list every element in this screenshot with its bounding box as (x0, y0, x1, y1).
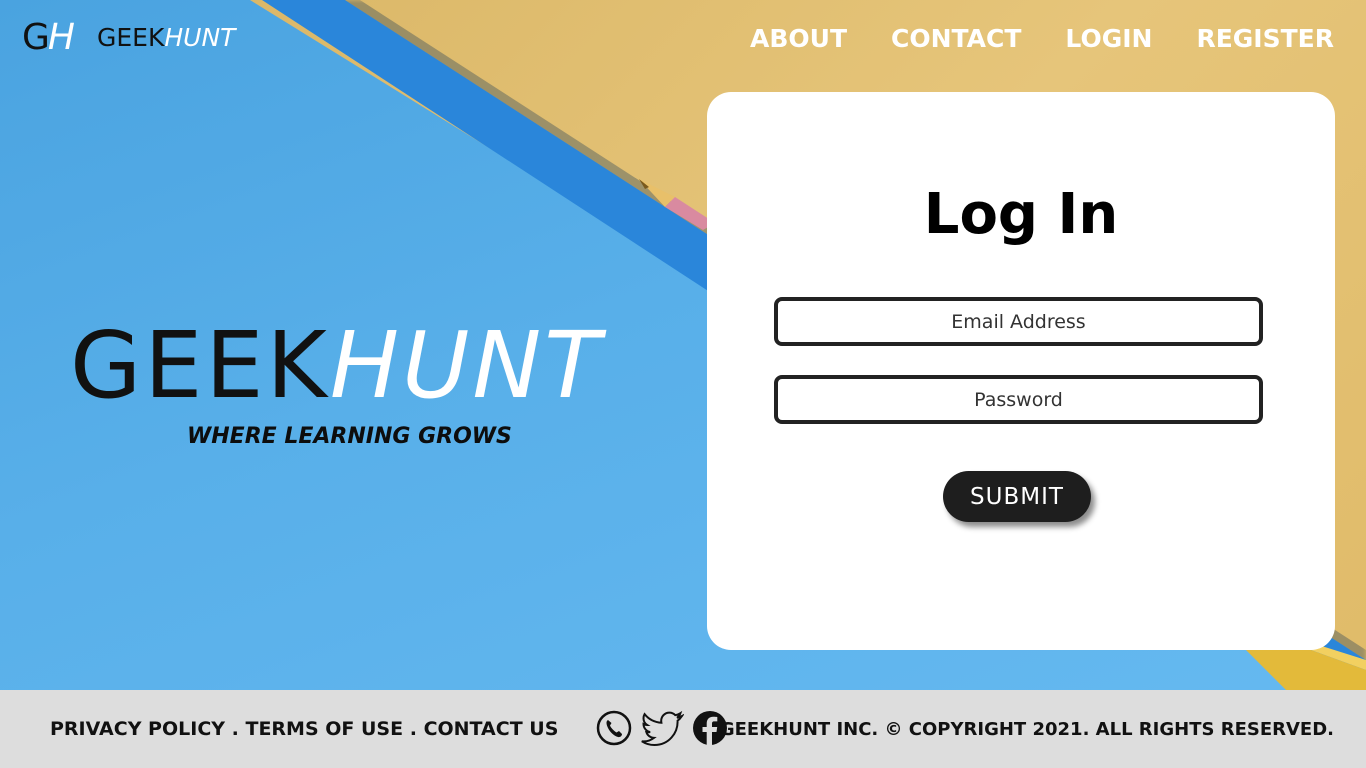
hero-brand: GEEKHUNT WHERE LEARNING GROWS (70, 312, 630, 450)
logo-monogram: GH (22, 17, 75, 58)
login-title: Log In (923, 182, 1119, 247)
privacy-policy-link[interactable]: PRIVACY POLICY (50, 718, 225, 740)
twitter-icon[interactable] (640, 710, 685, 750)
hero-tagline: WHERE LEARNING GROWS (187, 424, 512, 449)
terms-of-use-link[interactable]: TERMS OF USE (245, 718, 403, 740)
login-card: Log In SUBMIT (707, 92, 1335, 650)
copyright-text: GEEKHUNT INC. © COPYRIGHT 2021. ALL RIGH… (719, 719, 1334, 740)
nav-register-link[interactable]: REGISTER (1196, 22, 1334, 56)
nav-login-link[interactable]: LOGIN (1065, 22, 1152, 56)
footer: PRIVACY POLICY . TERMS OF USE . CONTACT … (0, 690, 1366, 768)
nav-contact-link[interactable]: CONTACT (891, 22, 1021, 56)
logo-wordmark: GEEKHUNT (96, 23, 236, 52)
footer-separator: . (225, 718, 246, 740)
footer-separator: . (403, 718, 424, 740)
footer-links: PRIVACY POLICY . TERMS OF USE . CONTACT … (50, 718, 558, 740)
nav-about-link[interactable]: ABOUT (750, 22, 847, 56)
top-nav: ABOUT CONTACT LOGIN REGISTER (750, 22, 1334, 56)
site-logo[interactable]: GH GEEKHUNT (22, 18, 235, 58)
hero-wordmark: GEEKHUNT (70, 312, 604, 419)
submit-button[interactable]: SUBMIT (943, 471, 1091, 522)
email-field[interactable] (774, 297, 1263, 346)
social-icons (596, 710, 728, 750)
contact-us-link[interactable]: CONTACT US (424, 718, 559, 740)
hero-background: GH GEEKHUNT ABOUT CONTACT LOGIN REGISTER… (0, 0, 1366, 690)
password-field[interactable] (774, 375, 1263, 424)
phone-icon[interactable] (596, 710, 632, 750)
